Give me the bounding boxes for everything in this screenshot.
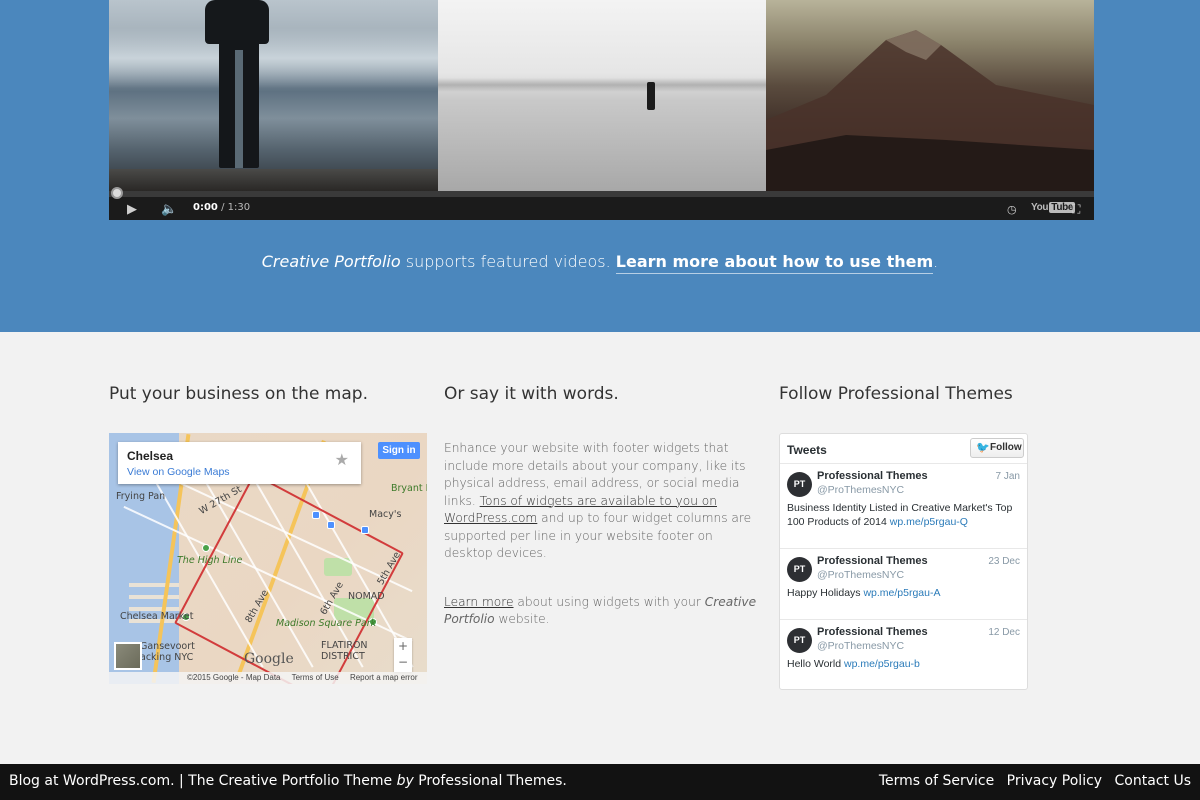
transit-pin[interactable] [327,521,335,529]
footer-menu: Terms of Service Privacy Policy Contact … [871,773,1191,789]
star-icon[interactable]: ★ [335,450,349,469]
tweet-author-handle[interactable]: @ProThemesNYC [817,569,904,581]
video-frame-lake-person [109,0,438,191]
text-widget: Enhance your website with footer widgets… [444,440,762,629]
tweet-author-handle[interactable]: @ProThemesNYC [817,484,904,496]
site-footer: Blog at WordPress.com. | The Creative Po… [0,764,1200,800]
learn-more-widgets-link[interactable]: Learn more [444,595,514,609]
tweet-link[interactable]: wp.me/p5rgau-A [863,587,940,599]
tweet-item[interactable]: PT Professional Themes @ProThemesNYC 23 … [780,550,1027,620]
avatar[interactable]: PT [787,472,812,497]
avatar[interactable]: PT [787,628,812,653]
theme-link[interactable]: The Creative Portfolio Theme [188,773,392,789]
google-map[interactable]: Frying Pan W 27th St Bryant P Macy's The… [109,433,427,684]
watch-later-icon[interactable]: ◷ [1007,203,1017,216]
video-time: 0:00 / 1:30 [193,202,251,213]
featured-video-section: ▶ 🔈 0:00 / 1:30 ◷ You Tube ⛶ Creative Por… [0,0,1200,332]
tweet-link[interactable]: wp.me/p5rgau-Q [890,516,968,528]
tweet-author-name[interactable]: Professional Themes [817,626,928,638]
tweet-author-name[interactable]: Professional Themes [817,555,928,567]
view-on-google-maps-link[interactable]: View on Google Maps [127,466,230,478]
map-terms-link[interactable]: Terms of Use [292,673,339,682]
terms-of-service-link[interactable]: Terms of Service [879,773,994,789]
learn-more-video-link[interactable]: Learn more about how to use them [615,252,934,274]
map-attribution: ©2015 Google - Map Data Terms of Use Rep… [109,672,427,684]
youtube-logo[interactable]: You Tube [1031,202,1076,213]
tweet-item[interactable]: PT Professional Themes @ProThemesNYC 12 … [780,621,1027,690]
contact-us-link[interactable]: Contact Us [1115,773,1191,789]
map-sign-in-button[interactable]: Sign in [378,442,420,459]
fullscreen-icon[interactable]: ⛶ [1072,202,1080,217]
video-thumbnail[interactable] [109,0,1094,191]
words-widget-title: Or say it with words. [444,384,619,404]
twitter-timeline: Tweets 🐦 Follow PT Professional Themes @… [779,433,1028,690]
report-map-error-link[interactable]: Report a map error [350,673,418,682]
tweet-author-name[interactable]: Professional Themes [817,470,928,482]
map-place-name: Chelsea [127,449,174,463]
text-widget-paragraph: Enhance your website with footer widgets… [444,441,752,560]
map-place-card: Chelsea View on Google Maps ★ [118,442,361,484]
privacy-policy-link[interactable]: Privacy Policy [1007,773,1102,789]
video-caption: Creative Portfolio supports featured vid… [0,252,1200,274]
zoom-in-button[interactable]: + [394,638,412,654]
volume-icon[interactable]: 🔈 [161,202,177,217]
tweet-date[interactable]: 7 Jan [996,471,1020,482]
twitter-header: Tweets 🐦 Follow [780,434,1027,464]
tweet-text: Business Identity Listed in Creative Mar… [787,502,1013,528]
transit-pin[interactable] [312,511,320,519]
map-widget-title: Put your business on the map. [109,384,368,404]
tweet-date[interactable]: 12 Dec [988,627,1020,638]
tweet-date[interactable]: 23 Dec [988,556,1020,567]
tweet-item[interactable]: PT Professional Themes @ProThemesNYC 7 J… [780,465,1027,549]
google-logo: Google [244,651,294,667]
video-frame-mountain [766,0,1094,191]
twitter-widget-title: Follow Professional Themes [779,384,1013,404]
footer-credits: Blog at WordPress.com. | The Creative Po… [9,773,567,789]
progress-scrubber[interactable] [111,187,123,199]
tweets-heading: Tweets [787,443,827,457]
map-zoom-control: + − [394,638,412,672]
satellite-toggle[interactable] [114,642,142,670]
zoom-out-button[interactable]: − [394,654,412,670]
avatar[interactable]: PT [787,557,812,582]
video-controls: ▶ 🔈 0:00 / 1:30 ◷ You Tube ⛶ [109,187,1094,220]
twitter-bird-icon: 🐦 [976,442,990,454]
tweet-text: Hello World wp.me/p5rgau-b [787,658,920,670]
tweet-text: Happy Holidays wp.me/p5rgau-A [787,587,941,599]
tweet-link[interactable]: wp.me/p5rgau-b [844,658,920,670]
wordpress-link[interactable]: Blog at WordPress.com. [9,773,175,789]
tweet-author-handle[interactable]: @ProThemesNYC [817,640,904,652]
transit-pin[interactable] [361,526,369,534]
play-icon[interactable]: ▶ [127,202,137,217]
author-link[interactable]: Professional Themes. [418,773,567,789]
text-widget-paragraph: Learn more about using widgets with your… [444,594,757,627]
park-pin[interactable] [202,544,210,552]
video-player[interactable]: ▶ 🔈 0:00 / 1:30 ◷ You Tube ⛶ [109,0,1094,220]
video-frame-sea-buoy [438,0,766,191]
twitter-follow-button[interactable]: 🐦 Follow [970,438,1024,458]
